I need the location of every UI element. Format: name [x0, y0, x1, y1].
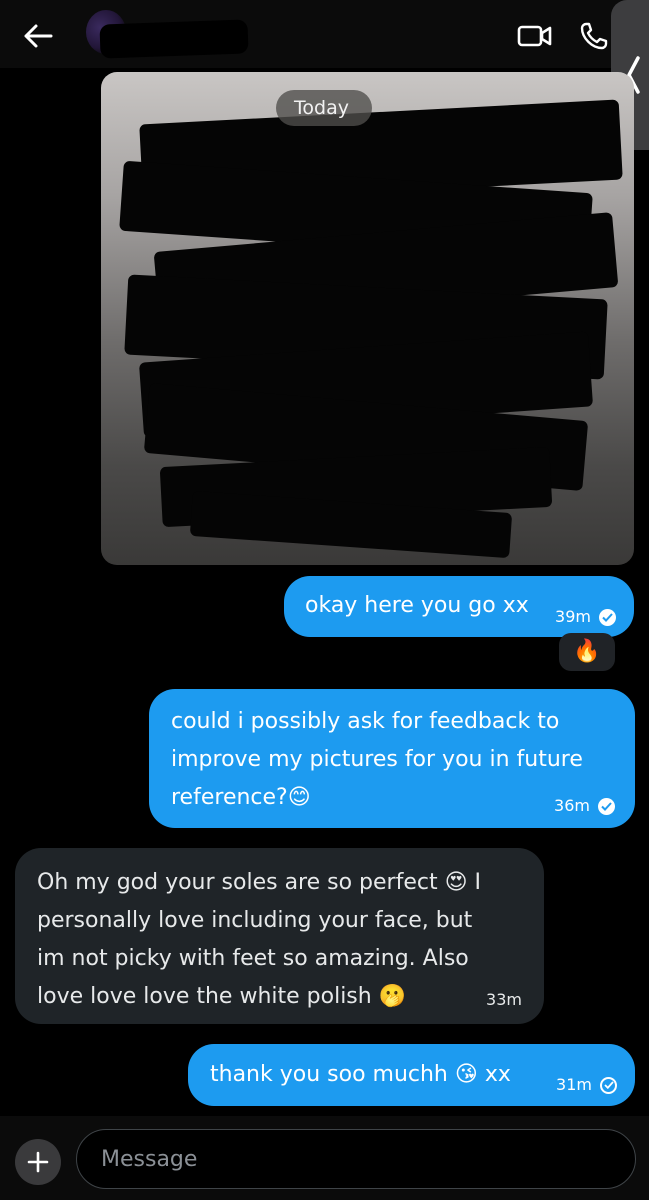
date-separator-label: Today [294, 97, 349, 119]
video-camera-icon [517, 25, 552, 47]
message-bubble-outgoing[interactable]: thank you soo muchh 😘 xx 31m [188, 1044, 635, 1106]
date-separator: Today [276, 90, 372, 126]
message-text-fragment: xx [484, 1062, 511, 1087]
fire-emoji-icon: 🔥 [573, 639, 601, 664]
message-bubble-incoming[interactable]: Oh my god your soles are so perfect 😍 I … [15, 848, 544, 1024]
add-attachment-button[interactable] [15, 1139, 61, 1185]
message-composer [0, 1116, 649, 1200]
dm-conversation-screen: Today okay here you go xx 39m 🔥 could i … [0, 0, 649, 1200]
message-time: 39m [555, 607, 591, 626]
smiling-emoji-icon: 😊 [287, 785, 311, 810]
message-text-line: could i possibly ask for feedback to [171, 709, 560, 734]
message-meta: 39m [555, 607, 616, 627]
message-text-line-wrap: love love love the white polish 🫢 [37, 978, 522, 1016]
message-text-line: personally love including your face, but [37, 908, 473, 933]
plus-icon [27, 1151, 49, 1173]
message-bubble-outgoing[interactable]: could i possibly ask for feedback to imp… [149, 689, 635, 828]
message-text-line: love love love the white polish [37, 984, 372, 1009]
message-time: 33m [486, 990, 522, 1009]
message-meta: 33m [486, 990, 522, 1010]
message-text-fragment: I [474, 870, 482, 895]
hand-over-mouth-emoji-icon: 🫢 [378, 984, 407, 1009]
message-text-line: improve my pictures for you in future [171, 747, 583, 772]
message-bubble-outgoing[interactable]: okay here you go xx 39m [284, 576, 634, 637]
video-call-button[interactable] [512, 14, 558, 58]
message-text: okay here you go xx [305, 593, 529, 618]
message-text-line-wrap: reference?😊 [171, 779, 613, 817]
message-meta: 31m [556, 1075, 617, 1095]
message-reaction[interactable]: 🔥 [559, 633, 615, 671]
phone-icon [580, 22, 608, 50]
message-meta: 36m [554, 796, 615, 816]
message-text-line: im not picky with feet so amazing. Also [37, 946, 469, 971]
message-text-line-wrap: thank you soo muchh 😘 xx [210, 1056, 511, 1094]
message-text-line: Oh my god your soles are so perfect [37, 870, 438, 895]
image-message[interactable] [101, 72, 634, 565]
arrow-left-icon [24, 24, 53, 48]
message-time: 36m [554, 796, 590, 815]
message-input[interactable] [76, 1129, 636, 1189]
message-text: thank you soo muchh [210, 1062, 448, 1087]
contact-name-redaction [99, 19, 249, 59]
sent-check-icon [600, 1076, 617, 1094]
conversation-header [0, 0, 649, 68]
message-text-line: reference? [171, 785, 288, 810]
read-check-icon [599, 608, 616, 626]
message-text-line-wrap: Oh my god your soles are so perfect 😍 I [37, 864, 522, 902]
message-time: 31m [556, 1075, 592, 1094]
kiss-emoji-icon: 😘 [454, 1062, 478, 1087]
back-button[interactable] [14, 14, 62, 58]
voice-call-button[interactable] [572, 14, 616, 58]
read-check-icon [598, 797, 615, 815]
heart-eyes-emoji-icon: 😍 [444, 870, 468, 895]
